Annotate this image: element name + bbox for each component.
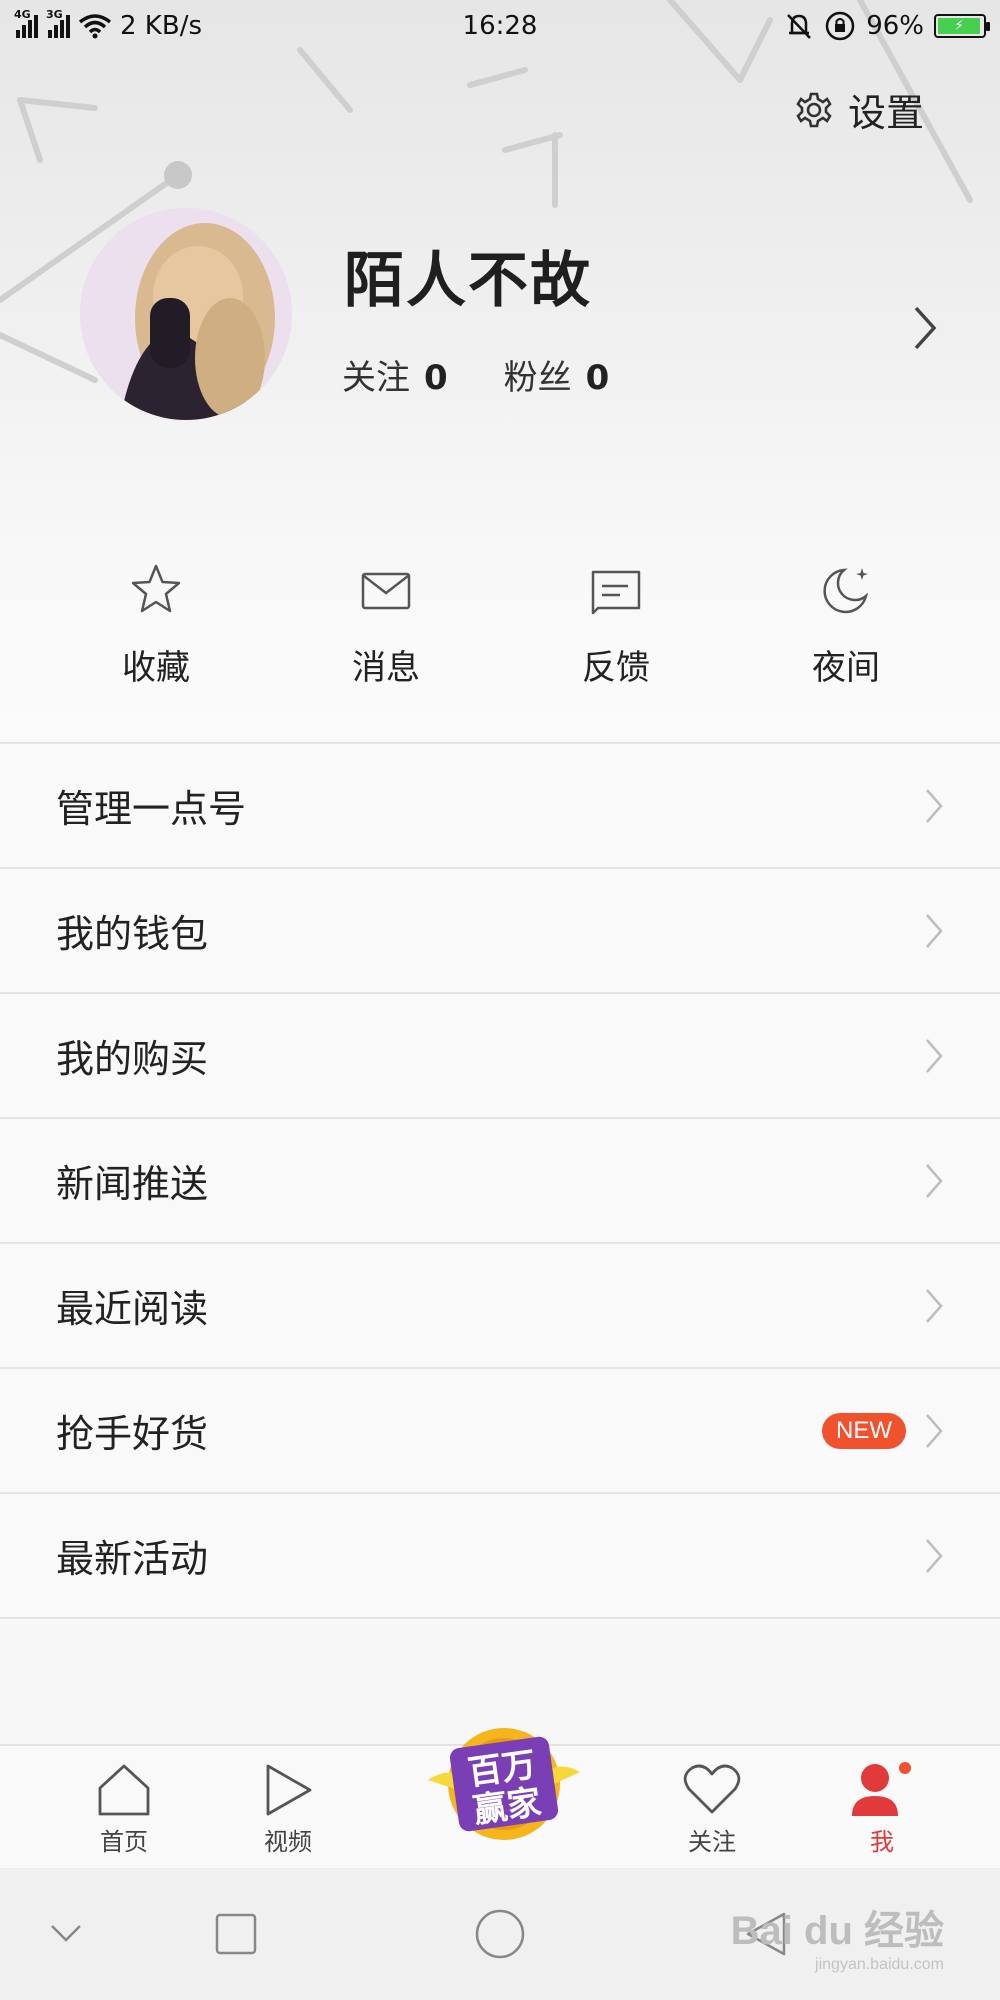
avatar[interactable] — [80, 208, 292, 420]
chevron-right-icon — [926, 913, 943, 948]
status-bar: 4G 3G 2 KB/s 16:28 96% ⚡ — [0, 0, 1000, 52]
chevron-right-icon — [926, 788, 943, 823]
menu-item-label: 我的钱包 — [56, 912, 209, 956]
recents-square-icon[interactable] — [214, 1912, 258, 1956]
network-speed: 2 KB/s — [120, 11, 202, 41]
quick-action-label: 消息 — [352, 648, 420, 688]
signal-4g-icon: 4G — [14, 8, 38, 38]
following-stat[interactable]: 关注 0 — [342, 350, 448, 399]
following-count: 0 — [424, 358, 448, 398]
quick-action-label: 收藏 — [122, 648, 190, 688]
notification-dot — [899, 1762, 911, 1774]
gear-icon — [796, 92, 832, 127]
menu-item-wallet[interactable]: 我的钱包 — [0, 869, 1000, 994]
quick-actions: 收藏 消息 反馈 夜间 — [0, 560, 1000, 700]
quick-action-night-mode[interactable]: 夜间 — [731, 560, 961, 700]
tab-me[interactable]: 我 — [850, 1762, 914, 1857]
chevron-right-icon — [926, 1413, 943, 1448]
tab-label: 我 — [870, 1828, 894, 1856]
new-badge: NEW — [822, 1412, 906, 1449]
baidu-jingyan-watermark: Bai du 经验 jingyan.baidu.com — [731, 1898, 944, 1974]
home-circle-icon[interactable] — [474, 1908, 526, 1960]
fans-label: 粉丝 — [503, 358, 572, 398]
menu-list: 管理一点号 我的钱包 我的购买 新闻推送 最近阅读 抢手好货 NEW 最新活动 — [0, 742, 1000, 1619]
fans-stat[interactable]: 粉丝 0 — [504, 350, 610, 399]
promo-badge-icon: 百万 赢家 — [428, 1728, 580, 1840]
menu-item-recent-reading[interactable]: 最近阅读 — [0, 1244, 1000, 1369]
menu-item-label: 最近阅读 — [56, 1287, 209, 1331]
star-icon — [131, 564, 181, 613]
quick-action-label: 夜间 — [812, 648, 880, 688]
settings-label: 设置 — [847, 91, 924, 135]
tab-label: 首页 — [100, 1828, 148, 1856]
avatar-image — [80, 208, 292, 420]
watermark-sub: jingyan.baidu.com — [815, 1956, 944, 1973]
quick-action-feedback[interactable]: 反馈 — [501, 560, 731, 700]
menu-item-label: 最新活动 — [56, 1537, 209, 1581]
heart-icon — [683, 1764, 741, 1814]
fans-count: 0 — [585, 358, 610, 398]
person-icon — [852, 1762, 911, 1816]
menu-item-label: 管理一点号 — [56, 787, 247, 831]
profile-chevron-right-icon[interactable] — [910, 300, 940, 356]
play-icon — [266, 1764, 312, 1816]
following-label: 关注 — [342, 358, 410, 398]
wifi-icon — [78, 14, 112, 39]
chevron-down-icon[interactable] — [48, 1914, 84, 1950]
chevron-right-icon — [926, 1288, 943, 1323]
settings-button[interactable]: 设置 — [794, 82, 924, 137]
tab-label: 视频 — [264, 1828, 312, 1856]
username[interactable]: 陌人不故 — [344, 232, 592, 319]
feedback-icon — [591, 570, 641, 615]
menu-item-hot-deals[interactable]: 抢手好货 NEW — [0, 1369, 1000, 1494]
battery-icon: ⚡ — [934, 14, 990, 38]
menu-item-manage-account[interactable]: 管理一点号 — [0, 744, 1000, 869]
signal-3g-icon: 3G — [46, 8, 70, 38]
menu-item-latest-events[interactable]: 最新活动 — [0, 1494, 1000, 1619]
moon-icon — [823, 568, 869, 614]
millionaire-promo-button[interactable]: 百万 赢家 — [418, 1716, 590, 1846]
rotation-lock-icon — [825, 11, 855, 41]
watermark-text: Bai du 经验 — [730, 1909, 944, 1953]
menu-item-label: 抢手好货 — [56, 1412, 209, 1456]
tab-home[interactable]: 首页 — [96, 1762, 152, 1857]
tab-video[interactable]: 视频 — [260, 1762, 316, 1857]
quick-action-messages[interactable]: 消息 — [271, 560, 501, 700]
home-icon — [98, 1764, 150, 1816]
chevron-right-icon — [926, 1038, 943, 1073]
menu-item-news-push[interactable]: 新闻推送 — [0, 1119, 1000, 1244]
tab-follow[interactable]: 关注 — [682, 1762, 742, 1857]
menu-item-label: 新闻推送 — [56, 1162, 209, 1206]
chevron-right-icon — [926, 1538, 943, 1573]
menu-item-purchases[interactable]: 我的购买 — [0, 994, 1000, 1119]
menu-item-label: 我的购买 — [56, 1037, 209, 1081]
quick-action-label: 反馈 — [582, 648, 650, 688]
battery-percent: 96% — [866, 11, 924, 41]
quick-action-favorites[interactable]: 收藏 — [41, 560, 271, 700]
mail-icon — [361, 572, 411, 610]
chevron-right-icon — [926, 1163, 943, 1198]
tab-label: 关注 — [688, 1828, 736, 1856]
bell-muted-icon — [787, 14, 812, 39]
